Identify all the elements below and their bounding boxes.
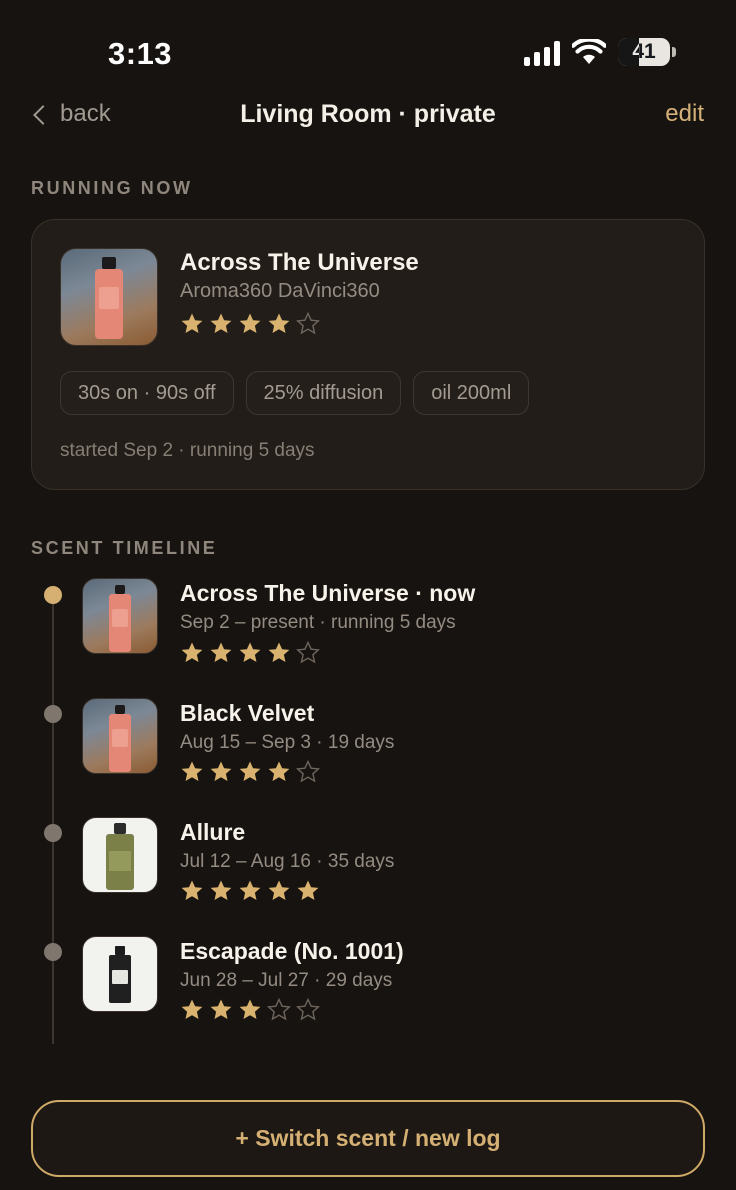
cycle-chip: 30s on · 90s off — [60, 371, 234, 415]
timeline-item[interactable]: Escapade (No. 1001) Jun 28 – Jul 27 · 29… — [0, 936, 736, 1036]
cellular-signal-icon — [524, 38, 560, 66]
star-empty-icon — [267, 998, 291, 1021]
scent-thumbnail — [60, 248, 158, 346]
rating-stars — [180, 760, 320, 783]
star-filled-icon — [210, 999, 232, 1019]
timeline-scent-name: Allure — [180, 819, 246, 845]
star-filled-icon — [210, 761, 232, 781]
running-scent-brand: Aroma360 DaVinci360 — [180, 280, 380, 302]
scent-thumbnail — [82, 698, 158, 774]
status-bar: 3:13 41 — [0, 0, 736, 100]
scent-timeline-label: SCENT TIMELINE — [31, 538, 218, 558]
battery-icon: 41 — [618, 38, 676, 66]
timeline-dates: Aug 15 – Sep 3 · 19 days — [180, 732, 395, 753]
running-scent-name: Across The Universe — [180, 249, 419, 276]
nav-bar: back Living Room · private edit — [0, 96, 736, 136]
timeline-scent-name: Escapade (No. 1001) — [180, 938, 404, 964]
timeline-dot — [44, 943, 62, 961]
star-empty-icon — [296, 312, 320, 335]
started-text: started Sep 2 · running 5 days — [60, 440, 315, 461]
star-filled-icon — [181, 999, 203, 1019]
star-filled-icon — [210, 313, 232, 333]
timeline-scent-name: Across The Universe · now — [180, 580, 476, 606]
page-title: Living Room · private — [240, 100, 496, 128]
timeline-dot — [44, 824, 62, 842]
timeline-item[interactable]: Black Velvet Aug 15 – Sep 3 · 19 days — [0, 696, 736, 796]
star-filled-icon — [181, 761, 203, 781]
pink-bottle-icon — [95, 257, 123, 339]
oil-chip: oil 200ml — [413, 371, 530, 415]
rating-stars — [180, 312, 320, 335]
star-filled-icon — [181, 313, 203, 333]
star-empty-icon — [296, 641, 320, 664]
star-filled-icon — [239, 313, 261, 333]
star-filled-icon — [268, 880, 290, 900]
pink-bottle-icon — [109, 585, 131, 652]
star-filled-icon — [210, 880, 232, 900]
scent-thumbnail — [82, 817, 158, 893]
star-filled-icon — [268, 313, 290, 333]
timeline-dot-active — [44, 586, 62, 604]
rating-stars — [180, 879, 320, 902]
star-empty-icon — [296, 760, 320, 783]
timeline-item[interactable]: Allure Jul 12 – Aug 16 · 35 days — [0, 816, 736, 916]
switch-scent-button[interactable]: + Switch scent / new log — [31, 1100, 705, 1177]
battery-level-text: 41 — [632, 40, 656, 63]
timeline-scent-name: Black Velvet — [180, 700, 315, 726]
running-now-label: RUNNING NOW — [31, 178, 193, 198]
star-filled-icon — [181, 642, 203, 662]
wifi-icon — [572, 39, 606, 64]
timeline-dates: Jun 28 – Jul 27 · 29 days — [180, 970, 393, 991]
star-filled-icon — [239, 642, 261, 662]
pink-bottle-icon — [109, 705, 131, 772]
timeline-dates: Sep 2 – present · running 5 days — [180, 612, 456, 633]
timeline-item[interactable]: Across The Universe · now Sep 2 – presen… — [0, 576, 736, 676]
rating-stars — [180, 998, 320, 1021]
star-filled-icon — [181, 880, 203, 900]
star-filled-icon — [239, 999, 261, 1019]
black-bottle-icon — [109, 946, 131, 1003]
running-now-card[interactable]: Across The Universe Aroma360 DaVinci360 … — [31, 219, 705, 490]
star-filled-icon — [268, 642, 290, 662]
scent-thumbnail — [82, 936, 158, 1012]
diffusion-chip: 25% diffusion — [245, 371, 402, 415]
settings-chips: 30s on · 90s off 25% diffusion oil 200ml — [60, 371, 530, 415]
star-filled-icon — [210, 642, 232, 662]
star-filled-icon — [239, 761, 261, 781]
star-filled-icon — [268, 761, 290, 781]
scent-thumbnail — [82, 578, 158, 654]
green-bottle-icon — [106, 823, 134, 890]
rating-stars — [180, 641, 320, 664]
timeline-dot — [44, 705, 62, 723]
star-empty-icon — [296, 998, 320, 1021]
edit-button[interactable]: edit — [665, 100, 704, 128]
timeline-dates: Jul 12 – Aug 16 · 35 days — [180, 851, 395, 872]
star-filled-icon — [239, 880, 261, 900]
status-icons: 41 — [524, 38, 676, 66]
star-filled-icon — [297, 880, 319, 900]
status-time: 3:13 — [108, 36, 173, 71]
